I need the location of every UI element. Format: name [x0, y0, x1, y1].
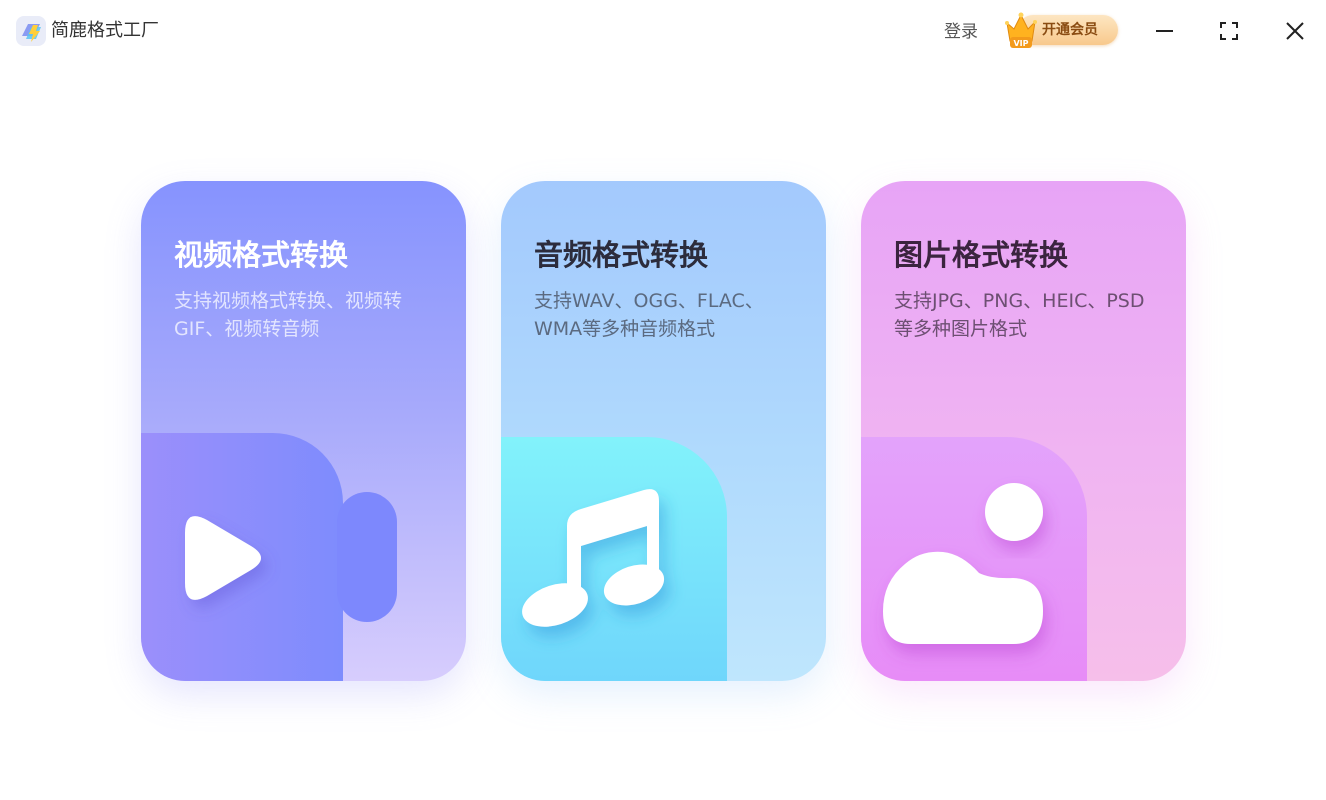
card-title: 视频格式转换 [174, 238, 349, 272]
login-button[interactable]: 登录 [944, 20, 978, 44]
vip-crown-icon: VIP [1004, 9, 1040, 51]
vip-badge-text: VIP [1013, 39, 1028, 48]
card-title: 音频格式转换 [534, 238, 709, 272]
card-title: 图片格式转换 [894, 238, 1069, 272]
card-description: 支持JPG、PNG、HEIC、PSD等多种图片格式 [894, 290, 1145, 340]
close-button[interactable] [1280, 16, 1310, 46]
minimize-icon [1156, 30, 1173, 32]
open-membership-button[interactable]: VIP 开通会员 [1004, 9, 1120, 51]
minimize-button[interactable] [1150, 16, 1180, 46]
app-window: 简鹿格式工厂 登录 VIP 开通会员 视频格式转换 支持视频格式转换、视频转GI… [0, 0, 1326, 800]
audio-convert-card[interactable]: 音频格式转换 支持WAV、OGG、FLAC、WMA等多种音频格式 [501, 181, 826, 681]
vip-label: 开通会员 [1042, 22, 1098, 38]
video-convert-card[interactable]: 视频格式转换 支持视频格式转换、视频转GIF、视频转音频 [141, 181, 466, 681]
maximize-button[interactable] [1214, 16, 1244, 46]
close-icon [1286, 22, 1304, 40]
card-description: 支持WAV、OGG、FLAC、WMA等多种音频格式 [534, 290, 764, 340]
app-logo-icon [16, 16, 46, 46]
image-convert-card[interactable]: 图片格式转换 支持JPG、PNG、HEIC、PSD等多种图片格式 [861, 181, 1186, 681]
fullscreen-icon [1220, 22, 1238, 40]
app-title: 简鹿格式工厂 [51, 20, 159, 41]
card-description: 支持视频格式转换、视频转GIF、视频转音频 [174, 290, 403, 340]
title-bar: 简鹿格式工厂 登录 VIP 开通会员 [0, 0, 1326, 64]
